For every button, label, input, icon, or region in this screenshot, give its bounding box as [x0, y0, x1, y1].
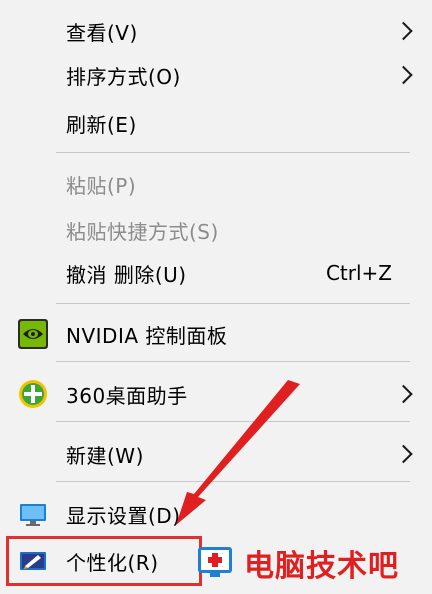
menu-item-shortcut: Ctrl+Z [325, 261, 392, 285]
menu-item-nvidia-control-panel[interactable]: NVIDIA 控制面板 [0, 311, 432, 357]
menu-item-label: NVIDIA 控制面板 [66, 323, 228, 348]
menu-item-360-assistant[interactable]: 360桌面助手 [0, 371, 432, 417]
menu-item-display-settings[interactable]: 显示设置(D) [0, 491, 432, 537]
watermark-text: 电脑技术吧 [244, 549, 399, 584]
menu-item-paste: 粘贴(P) [0, 161, 432, 207]
menu-separator [56, 303, 410, 304]
menu-item-label: 新建(W) [66, 443, 144, 468]
menu-item-label: 粘贴快捷方式(S) [66, 219, 219, 244]
menu-item-label: 360桌面助手 [66, 383, 188, 408]
watermark-logo-icon [196, 543, 236, 583]
menu-item-label: 查看(V) [66, 20, 138, 45]
highlight-box [6, 536, 202, 586]
chevron-right-icon [394, 444, 413, 464]
chevron-right-icon [394, 384, 413, 404]
menu-separator [56, 481, 410, 482]
menu-separator [56, 152, 410, 153]
menu-item-label: 排序方式(O) [66, 64, 181, 89]
chevron-right-icon [394, 65, 413, 85]
menu-item-label: 显示设置(D) [66, 503, 181, 528]
context-menu: 查看(V) 排序方式(O) 刷新(E) 粘贴(P) 粘贴快捷方式(S) 撤消 删… [0, 0, 432, 594]
menu-item-new[interactable]: 新建(W) [0, 431, 432, 477]
menu-separator [56, 421, 410, 422]
watermark: 电脑技术吧 [196, 541, 399, 585]
menu-item-sort-by[interactable]: 排序方式(O) [0, 52, 432, 98]
menu-item-refresh[interactable]: 刷新(E) [0, 100, 432, 146]
menu-item-label: 撤消 删除(U) [66, 262, 187, 287]
display-settings-icon [18, 499, 48, 529]
menu-item-view[interactable]: 查看(V) [0, 8, 432, 54]
menu-separator [56, 361, 410, 362]
nvidia-icon [18, 319, 48, 349]
menu-item-label: 粘贴(P) [66, 173, 137, 198]
menu-item-undo-delete[interactable]: 撤消 删除(U) Ctrl+Z [0, 250, 432, 296]
menu-item-paste-shortcut: 粘贴快捷方式(S) [0, 207, 432, 253]
360-assistant-icon [18, 379, 48, 409]
chevron-right-icon [394, 21, 413, 41]
menu-item-label: 刷新(E) [66, 112, 137, 137]
